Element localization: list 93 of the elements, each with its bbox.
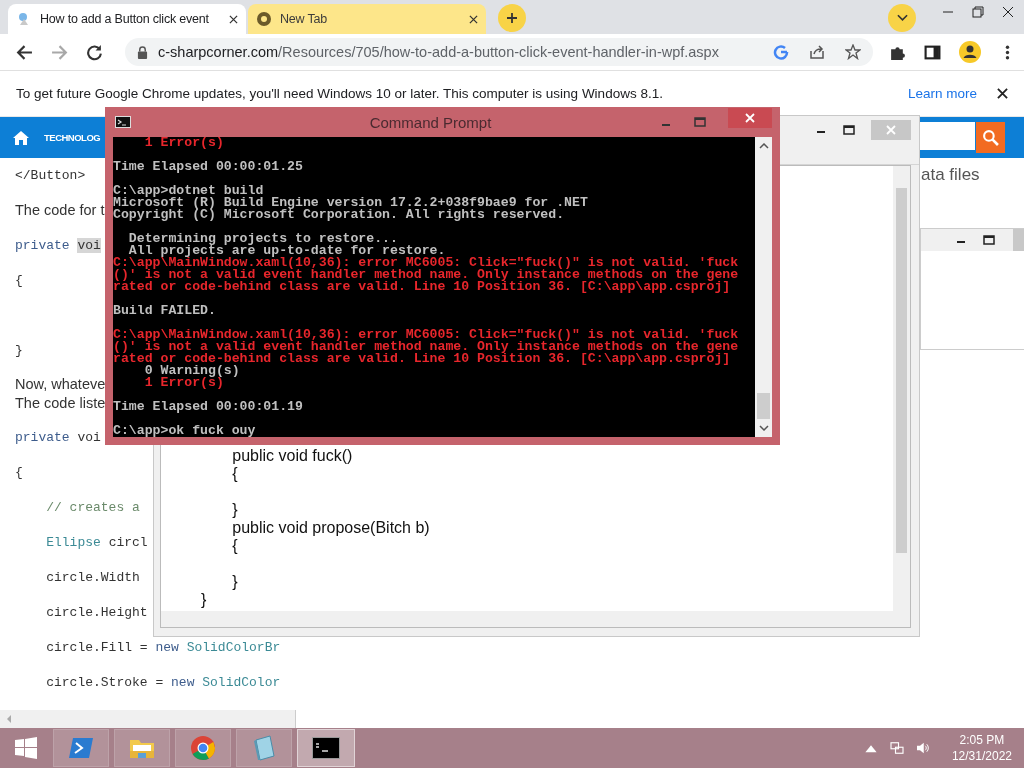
tab-title: How to add a Button click event xyxy=(40,12,210,26)
console-line: Microsoft (R) Build Engine version 17.2.2+038f9bae9 for .NET xyxy=(113,197,589,209)
close-icon[interactable] xyxy=(229,14,238,24)
share-icon[interactable] xyxy=(809,44,825,60)
console-line: Build FAILED. xyxy=(113,305,217,317)
console-line: ()' is not a valid event handler method name. Only instance methods on the gene xyxy=(113,341,740,353)
windows-logo-icon[interactable] xyxy=(14,736,38,760)
scroll-up-icon[interactable] xyxy=(758,143,769,149)
close-icon[interactable] xyxy=(997,88,1008,99)
chevron-down-icon xyxy=(896,14,908,22)
code-line: } xyxy=(231,573,239,591)
horizontal-scrollbar[interactable] xyxy=(161,611,910,627)
update-message: To get future Google Chrome updates, you'll need Windows 10 or later. This computer is using Windows 8.1. xyxy=(16,86,663,101)
scroll-thumb[interactable] xyxy=(757,393,770,419)
console-line: 0 Warning(s) xyxy=(143,365,241,377)
console-line: 1 Error(s) xyxy=(143,377,224,389)
code-line: circle.Stroke = new SolidColor xyxy=(45,675,281,690)
taskbar-app-button[interactable] xyxy=(297,729,355,767)
learn-more-link[interactable]: Learn more xyxy=(907,86,977,101)
scroll-down-icon[interactable] xyxy=(758,425,769,431)
tab-title: New Tab xyxy=(280,12,328,26)
maximize-icon[interactable] xyxy=(983,234,995,246)
profile-icon[interactable] xyxy=(959,41,981,63)
console-line: C:\app\MainWindow.xaml(10,36): error MC6005: Click="fuck()" is not valid. 'fuck xyxy=(113,329,740,341)
code-line: circle.Height xyxy=(45,605,148,620)
vertical-scrollbar[interactable] xyxy=(755,137,772,437)
console-line: All projects are up-to-date for restore. xyxy=(128,245,446,257)
article-heading: ata files xyxy=(921,165,980,185)
search-button[interactable] xyxy=(976,122,1005,153)
console-line: C:\app>dotnet build xyxy=(113,185,265,197)
close-icon xyxy=(745,113,755,123)
close-button[interactable] xyxy=(728,108,772,128)
browser-tab[interactable]: How to add a Button click event xyxy=(8,4,246,34)
horizontal-scrollbar[interactable] xyxy=(0,710,296,728)
code-line: } xyxy=(15,343,23,358)
article-paragraph: The code for t xyxy=(15,201,105,220)
chrome-icon xyxy=(256,11,272,27)
close-icon[interactable] xyxy=(1002,6,1014,18)
chrome-icon xyxy=(189,734,217,762)
nav-link[interactable]: TECHNOLOG xyxy=(44,132,101,143)
code-line: } xyxy=(200,591,208,609)
lock-icon xyxy=(137,45,148,59)
window-title: Command Prompt xyxy=(368,113,493,131)
code-line: { xyxy=(15,273,23,288)
restore-icon[interactable] xyxy=(972,6,984,18)
console-line: Copyright (C) Microsoft Corporation. All rights reserved. xyxy=(113,209,566,221)
console-line: Time Elapsed 00:00:01.19 xyxy=(113,401,304,413)
console-line: rated or code-behind class are valid. Line 10 Position 36. [C:\app\app.csproj] xyxy=(113,353,731,365)
network-icon[interactable] xyxy=(889,742,904,754)
console-line: rated or code-behind class are valid. Line 10 Position 36. [C:\app\app.csproj] xyxy=(113,281,731,293)
code-line: private voi xyxy=(15,238,101,253)
code-line: } xyxy=(231,501,239,519)
address-bar[interactable]: c-sharpcorner.com/Resources/705/how-to-add-a-button-click-event-handler-in-wpf.aspx xyxy=(125,38,873,66)
console-icon xyxy=(312,734,340,762)
browser-tab[interactable]: New Tab xyxy=(248,4,486,34)
side-panel-icon[interactable] xyxy=(924,43,941,61)
console-line: ()' is not a valid event handler method name. Only instance methods on the gene xyxy=(113,269,740,281)
google-icon[interactable] xyxy=(773,44,789,60)
code-line: circle.Width xyxy=(45,570,140,585)
clock-date[interactable]: 12/31/2022 xyxy=(951,748,1012,764)
console-line: C:\app\MainWindow.xaml(10,36): error MC6005: Click="fuck()" is not valid. 'fuck xyxy=(113,257,740,269)
scroll-thumb[interactable] xyxy=(896,188,907,553)
plus-icon xyxy=(506,12,518,24)
close-icon xyxy=(886,125,896,135)
new-tab-button[interactable] xyxy=(498,4,526,32)
code-line: { xyxy=(231,465,239,483)
code-line: // creates a xyxy=(45,500,140,515)
clock-time[interactable]: 2:05 PM xyxy=(959,732,1005,748)
code-line: { xyxy=(231,537,239,555)
code-line: { xyxy=(15,465,23,480)
code-line: public void fuck() xyxy=(231,447,354,465)
console-icon xyxy=(115,116,131,128)
maximize-icon[interactable] xyxy=(843,124,855,136)
close-icon[interactable] xyxy=(469,14,478,24)
console-line: Determining projects to restore... xyxy=(127,233,398,245)
article-paragraph: Now, whateve The code liste xyxy=(15,375,106,413)
console-line: 1 Error(s) xyxy=(143,137,225,149)
vertical-scrollbar[interactable] xyxy=(893,166,910,611)
search-icon xyxy=(982,129,999,146)
back-icon[interactable] xyxy=(16,43,33,61)
code-line: public void propose(Bitch b) xyxy=(231,519,431,537)
home-icon[interactable] xyxy=(12,129,30,146)
code-line: private voi xyxy=(15,430,101,445)
reload-icon[interactable] xyxy=(86,43,103,61)
tab-search-button[interactable] xyxy=(888,4,916,32)
speaker-icon[interactable] xyxy=(915,742,930,754)
console-line: C:\app>ok fuck ouy xyxy=(113,425,257,437)
code-line: </Button> xyxy=(15,168,86,183)
code-line: circle.Fill = new SolidColorBr xyxy=(45,640,281,655)
code-line: Ellipse circl xyxy=(45,535,148,550)
console-line: Time Elapsed 00:00:01.25 xyxy=(113,161,304,173)
search-field[interactable] xyxy=(920,122,975,153)
star-icon[interactable] xyxy=(845,44,861,60)
